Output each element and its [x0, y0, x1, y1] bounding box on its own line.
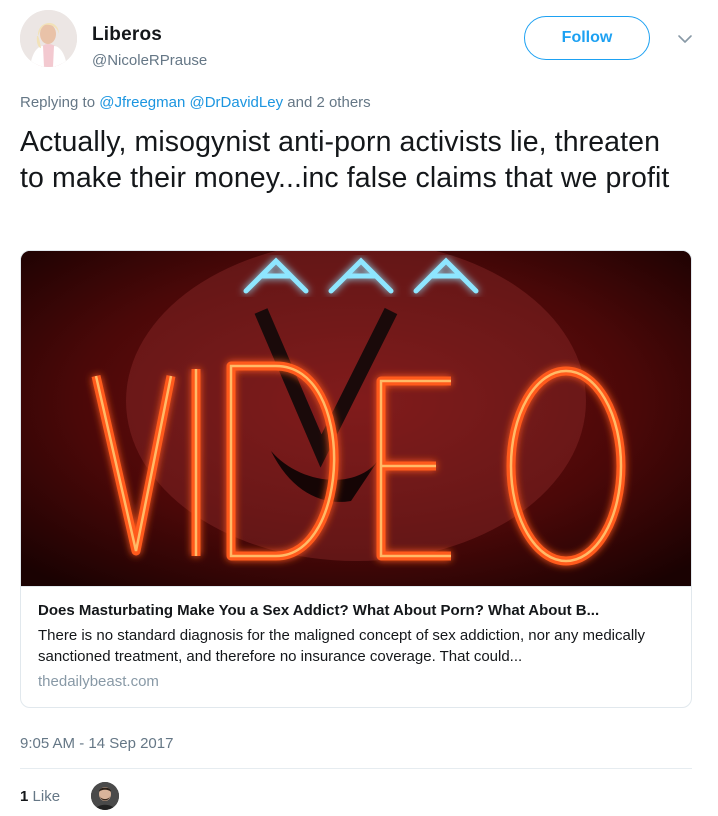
- chevron-down-icon[interactable]: [676, 30, 694, 48]
- likes-count[interactable]: 1 Like: [20, 788, 60, 805]
- card-title[interactable]: Does Masturbating Make You a Sex Addict?…: [38, 601, 674, 621]
- like-label: Like: [32, 788, 61, 805]
- user-handle[interactable]: @NicoleRPrause: [92, 52, 207, 69]
- divider: [20, 768, 692, 769]
- neon-video-sign-image: [21, 251, 691, 586]
- tweet-header: Liberos @NicoleRPrause Follow: [20, 10, 698, 70]
- link-card[interactable]: Does Masturbating Make You a Sex Addict?…: [20, 250, 692, 708]
- mention-link-drdavidley[interactable]: @DrDavidLey: [190, 94, 284, 111]
- mention-link-jfreegman[interactable]: @Jfreegman: [99, 94, 185, 111]
- tweet-timestamp[interactable]: 9:05 AM - 14 Sep 2017: [20, 735, 173, 752]
- tweet-text: Actually, misogynist anti-porn activists…: [20, 126, 670, 194]
- reply-others[interactable]: and 2 others: [287, 94, 370, 111]
- avatar-image: [20, 10, 77, 67]
- like-count-number: 1: [20, 788, 29, 805]
- card-body[interactable]: Does Masturbating Make You a Sex Addict?…: [21, 586, 691, 707]
- liker-avatar[interactable]: [91, 782, 119, 810]
- card-image[interactable]: [21, 251, 691, 586]
- card-domain: thedailybeast.com: [38, 673, 159, 690]
- liker-avatar-image: [91, 782, 119, 810]
- card-description: There is no standard diagnosis for the m…: [38, 627, 646, 665]
- avatar[interactable]: [20, 10, 77, 67]
- reply-context: Replying to @Jfreegman @DrDavidLey and 2…: [20, 94, 371, 111]
- display-name[interactable]: Liberos: [92, 24, 162, 46]
- follow-button[interactable]: Follow: [524, 16, 650, 60]
- reply-prefix: Replying to: [20, 94, 96, 111]
